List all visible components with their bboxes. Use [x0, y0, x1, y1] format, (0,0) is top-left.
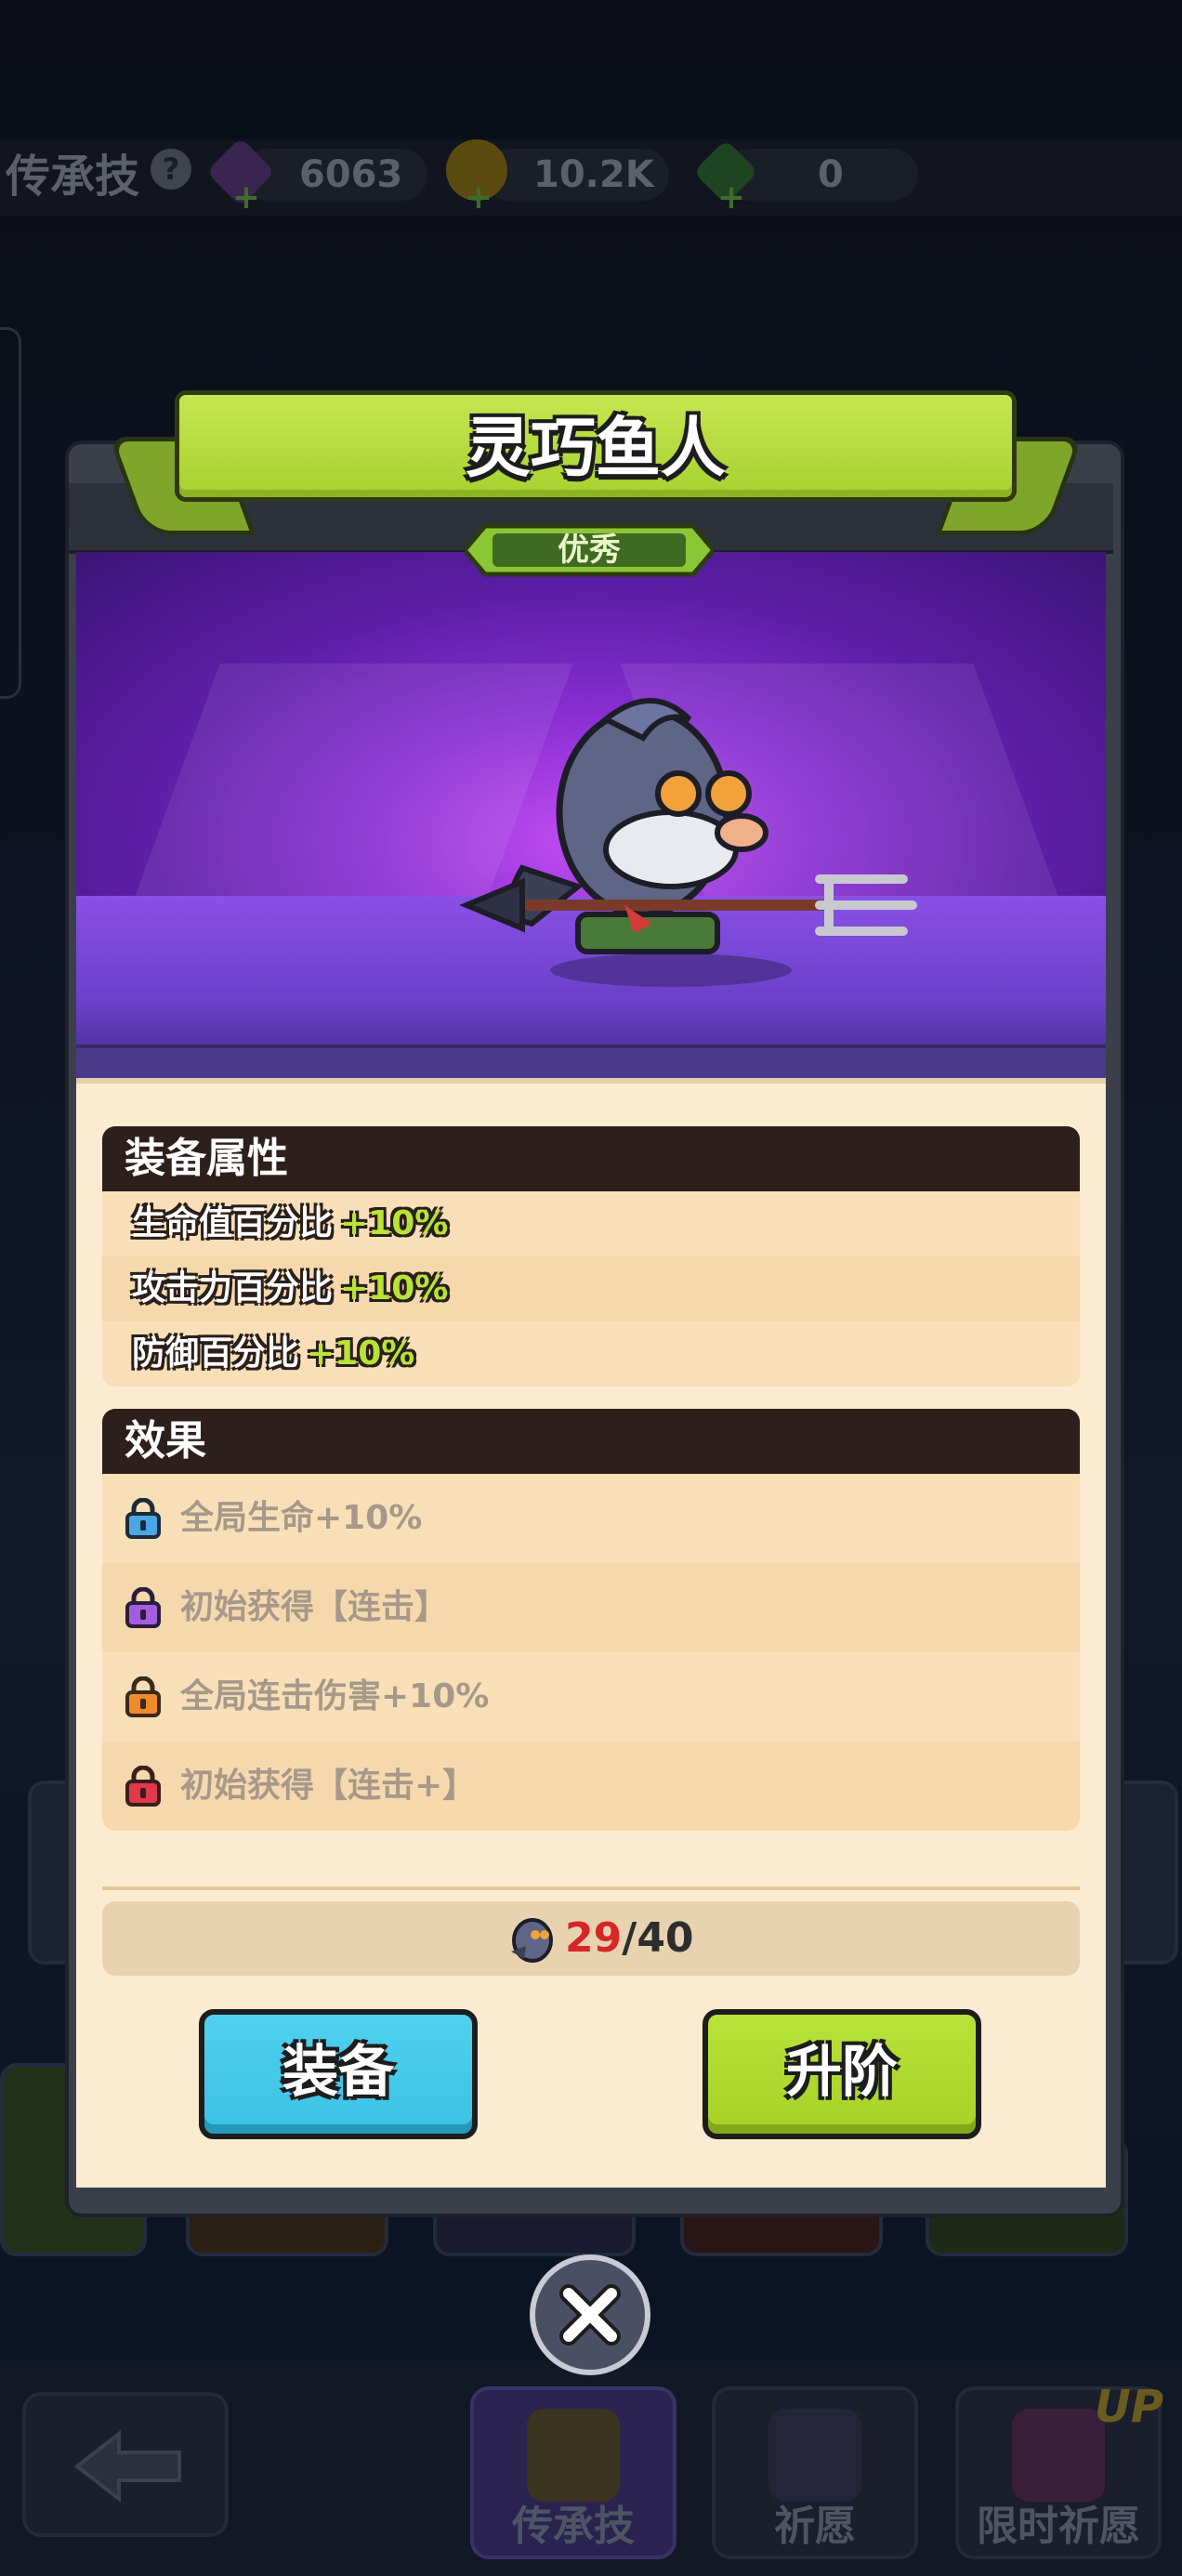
- attribute-label: 生命值百分比: [132, 1204, 334, 1242]
- add-gem-icon[interactable]: +: [230, 181, 262, 215]
- shard-max: 40: [637, 1914, 694, 1962]
- lock-icon: [125, 1766, 161, 1807]
- attribute-row: 防御百分比 +10%: [102, 1321, 1080, 1387]
- coin-count: 10.2K: [533, 153, 654, 196]
- tab-inheritance[interactable]: 传承技: [470, 2386, 676, 2559]
- close-icon: [559, 2284, 621, 2346]
- effect-text: 全局生命+10%: [180, 1499, 423, 1537]
- tab-inheritance-label: 传承技: [512, 2503, 635, 2550]
- effects-heading: 效果: [102, 1409, 1080, 1474]
- add-coin-icon[interactable]: +: [463, 181, 494, 215]
- effect-row: 全局生命+10%: [102, 1474, 1080, 1563]
- up-badge: UP: [1094, 2381, 1163, 2433]
- attribute-label: 防御百分比: [132, 1334, 300, 1373]
- attributes-heading: 装备属性: [102, 1126, 1080, 1191]
- tab-limited-wish[interactable]: UP 限时祈愿: [955, 2381, 1163, 2559]
- shard-count: 29/40: [565, 1909, 694, 1968]
- lock-icon: [125, 1587, 161, 1628]
- help-icon[interactable]: ?: [151, 149, 191, 190]
- attribute-value: +10%: [307, 1334, 415, 1373]
- gem-count: 6063: [299, 153, 403, 196]
- tab-wish[interactable]: 祈愿: [712, 2386, 918, 2559]
- hero-portrait: [76, 552, 1106, 1078]
- attribute-row: 攻击力百分比 +10%: [102, 1256, 1080, 1321]
- hero-name: 灵巧鱼人: [466, 410, 726, 486]
- attribute-value: +10%: [340, 1269, 449, 1308]
- effect-row: 初始获得【连击+】: [102, 1741, 1080, 1831]
- attribute-label: 攻击力百分比: [132, 1269, 334, 1308]
- upgrade-button[interactable]: 升阶: [703, 2009, 981, 2139]
- back-button[interactable]: [22, 2392, 229, 2537]
- tab-wish-label: 祈愿: [774, 2503, 856, 2550]
- rarity-label: 优秀: [558, 532, 621, 569]
- page-title: 传承技: [6, 151, 140, 203]
- equip-button[interactable]: 装备: [199, 2009, 478, 2139]
- crystal-count: 0: [818, 153, 844, 196]
- close-button[interactable]: [530, 2254, 650, 2375]
- back-arrow-icon: [73, 2429, 181, 2504]
- fishman-shard-icon: [511, 1918, 553, 1963]
- wish-icon: [768, 2409, 861, 2502]
- side-panel-edge: [0, 327, 21, 699]
- shard-separator: /: [622, 1914, 637, 1962]
- tab-limited-wish-label: 限时祈愿: [977, 2503, 1140, 2550]
- star-icon: [527, 2409, 620, 2502]
- fishman-character-icon: [459, 698, 917, 987]
- effect-row: 全局连击伤害+10%: [102, 1652, 1080, 1741]
- lock-icon: [125, 1676, 161, 1717]
- shard-progress-bar: 29/40: [102, 1901, 1080, 1976]
- lock-icon: [125, 1498, 161, 1539]
- attribute-value: +10%: [340, 1204, 449, 1242]
- effect-text: 初始获得【连击】: [180, 1588, 449, 1626]
- add-crystal-icon[interactable]: +: [716, 181, 747, 215]
- effect-text: 全局连击伤害+10%: [180, 1677, 490, 1715]
- effect-row: 初始获得【连击】: [102, 1563, 1080, 1652]
- shard-current: 29: [565, 1914, 623, 1962]
- divider: [102, 1886, 1080, 1890]
- effect-text: 初始获得【连击+】: [180, 1767, 477, 1805]
- attribute-row: 生命值百分比 +10%: [102, 1191, 1080, 1256]
- limited-wish-icon: [1012, 2409, 1105, 2502]
